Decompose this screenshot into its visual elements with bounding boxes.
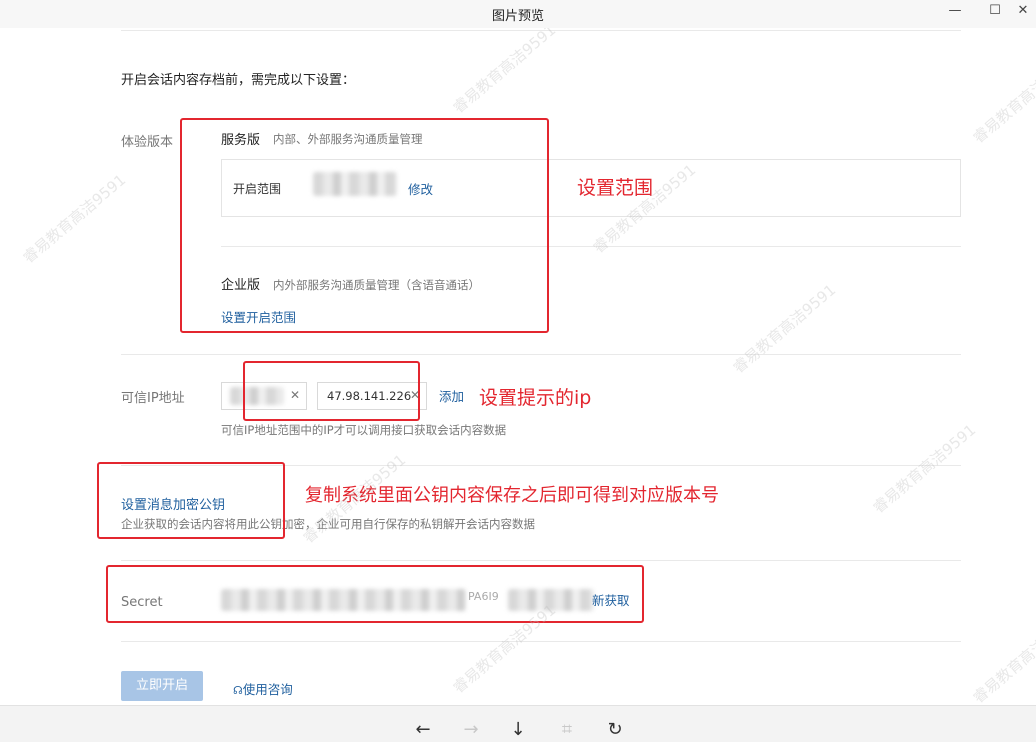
watermark: 睿易教育高洁9591	[869, 420, 980, 517]
annotation-ip: 设置提示的ip	[479, 387, 592, 409]
ip-hint: 可信IP地址范围中的IP才可以调用接口获取会话内容数据	[221, 423, 507, 437]
fit-screen-icon[interactable]: ⌗	[555, 720, 579, 740]
divider	[121, 560, 961, 561]
image-preview-window: 图片预览 — ☐ ✕ 开启会话内容存档前，需完成以下设置： 体验版本 服务版 内…	[0, 0, 1036, 742]
maximize-button[interactable]: ☐	[984, 2, 1006, 20]
watermark: 睿易教育高洁9591	[449, 28, 560, 117]
add-ip-link[interactable]: 添加	[439, 386, 464, 405]
intro-text: 开启会话内容存档前，需完成以下设置：	[121, 73, 356, 88]
headset-icon: ☊	[233, 684, 243, 697]
close-button[interactable]: ✕	[1012, 2, 1034, 20]
watermark: 睿易教育高洁9591	[729, 280, 840, 377]
enable-now-button[interactable]: 立即开启	[121, 671, 203, 701]
annotation-box-scope	[180, 118, 549, 333]
minimize-button[interactable]: —	[944, 2, 966, 20]
download-icon[interactable]: ↓	[506, 720, 530, 740]
divider	[121, 354, 961, 355]
watermark: 睿易教育高洁9591	[19, 170, 130, 267]
annotation-box-secret	[106, 565, 644, 623]
consult-link[interactable]: ☊使用咨询	[233, 679, 293, 698]
watermark: 睿易教育高洁9591	[969, 50, 1036, 147]
edition-label: 体验版本	[121, 135, 174, 150]
annotation-key: 复制系统里面公钥内容保存之后即可得到对应版本号	[305, 485, 719, 506]
preview-toolbar: ← → ↓ ⌗ ↻	[0, 705, 1036, 742]
annotation-box-key	[97, 462, 285, 539]
rotate-icon[interactable]: ↻	[603, 720, 627, 740]
watermark: 睿易教育高洁9591	[969, 610, 1036, 705]
window-title: 图片预览	[491, 9, 544, 24]
preview-content: 开启会话内容存档前，需完成以下设置： 体验版本 服务版 内部、外部服务沟通质量管…	[0, 28, 1036, 705]
next-arrow-icon[interactable]: →	[459, 720, 483, 740]
consult-link-label: 使用咨询	[242, 682, 293, 697]
divider	[121, 30, 961, 31]
prev-arrow-icon[interactable]: ←	[411, 720, 435, 740]
annotation-box-ip	[243, 361, 420, 421]
divider	[121, 641, 961, 642]
annotation-scope: 设置范围	[577, 177, 654, 199]
title-bar: 图片预览 — ☐ ✕	[0, 0, 1036, 29]
ip-label: 可信IP地址	[121, 391, 185, 406]
